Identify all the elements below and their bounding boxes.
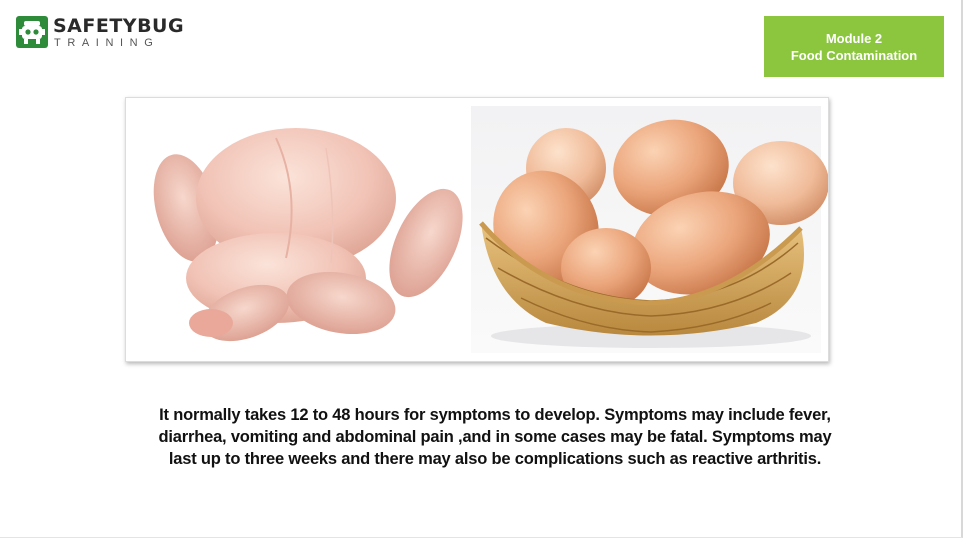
eggs-in-basket-image bbox=[471, 106, 828, 353]
slide: SAFETYBUG TRAINING Module 2 Food Contami… bbox=[0, 0, 963, 538]
raw-chicken-image bbox=[153, 128, 463, 342]
module-number: Module 2 bbox=[825, 30, 883, 46]
body-paragraph: It normally takes 12 to 48 hours for sym… bbox=[158, 406, 832, 468]
safetybug-logo: SAFETYBUG TRAINING bbox=[16, 15, 184, 51]
logo-subtitle: TRAINING bbox=[54, 37, 160, 49]
module-badge: Module 2 Food Contamination bbox=[764, 16, 944, 77]
photo-collage bbox=[153, 106, 828, 353]
bug-robot-icon bbox=[16, 16, 48, 48]
photo-frame bbox=[125, 97, 829, 362]
module-title: Food Contamination bbox=[790, 47, 918, 63]
logo-title: SAFETYBUG bbox=[53, 15, 185, 37]
